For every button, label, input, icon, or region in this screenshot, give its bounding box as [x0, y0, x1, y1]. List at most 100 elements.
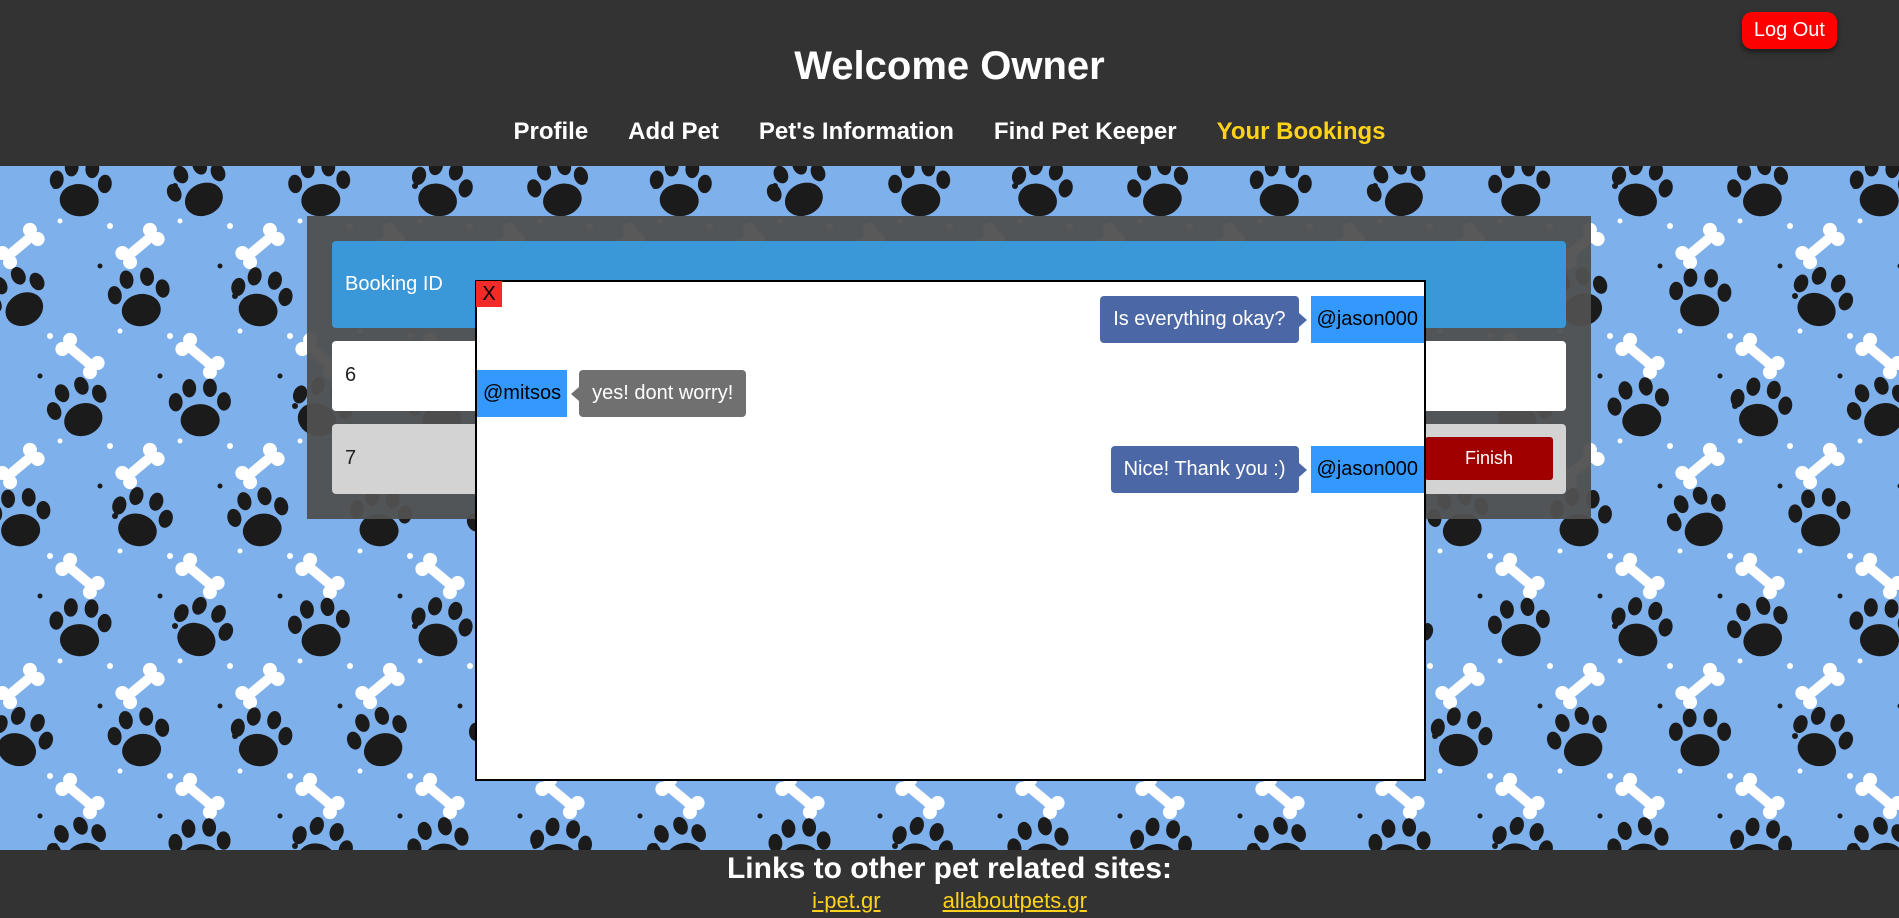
paw-print-icon	[166, 166, 226, 217]
bone-icon	[115, 222, 165, 270]
booking-id-cell: 7	[345, 447, 357, 469]
footer-link-allaboutpets[interactable]: allaboutpets.gr	[943, 888, 1087, 914]
nav-your-bookings[interactable]: Your Bookings	[1217, 118, 1386, 146]
bone-icon	[235, 222, 285, 270]
footer: Links to other pet related sites: i-pet.…	[0, 850, 1899, 918]
close-chat-button[interactable]: X	[476, 281, 502, 307]
paw-print-icon	[888, 166, 951, 217]
bone-icon	[295, 772, 345, 820]
paw-print-icon	[288, 166, 351, 217]
paw-print-icon	[1488, 166, 1551, 217]
paw-print-icon	[1246, 816, 1306, 850]
chat-username: @mitsos	[477, 370, 568, 417]
bone-icon	[1675, 662, 1725, 710]
column-booking-id: Booking ID	[345, 273, 443, 295]
bone-icon	[115, 442, 165, 490]
paw-print-icon	[287, 597, 350, 657]
bone-icon	[0, 662, 45, 710]
paw-print-icon	[646, 816, 706, 850]
paw-print-icon	[1011, 166, 1073, 217]
bone-icon	[0, 222, 45, 270]
bone-icon	[115, 662, 165, 710]
paw-print-icon	[0, 488, 51, 547]
paw-print-icon	[1607, 817, 1669, 850]
bone-icon	[175, 552, 225, 600]
nav-pets-information[interactable]: Pet's Information	[759, 118, 954, 146]
paw-print-icon	[168, 818, 231, 850]
footer-title: Links to other pet related sites:	[726, 852, 1173, 885]
bone-icon	[55, 552, 105, 600]
paw-print-icon	[1249, 166, 1312, 217]
paw-print-icon	[411, 166, 473, 217]
paw-print-icon	[49, 166, 112, 217]
paw-print-icon	[1730, 817, 1793, 850]
bone-icon	[235, 442, 285, 490]
chat-modal: X Is everything okay? @jason000 @mitsos …	[475, 280, 1426, 781]
bone-icon	[415, 772, 465, 820]
main-nav: Profile Add Pet Pet's Information Find P…	[0, 118, 1899, 146]
bone-icon	[1675, 442, 1725, 490]
paw-print-icon	[527, 166, 589, 217]
chat-message: Nice! Thank you :) @jason000	[1110, 446, 1424, 493]
chat-username: @jason000	[1310, 296, 1424, 343]
paw-print-icon	[1668, 708, 1732, 767]
paw-print-icon	[49, 598, 112, 657]
nav-add-pet[interactable]: Add Pet	[628, 118, 719, 146]
footer-link-i-pet[interactable]: i-pet.gr	[812, 888, 880, 914]
paw-print-icon	[1368, 818, 1431, 850]
chat-message: Is everything okay? @jason000	[1100, 296, 1424, 343]
bone-icon	[1735, 332, 1785, 380]
paw-print-icon	[407, 817, 469, 850]
chat-bubble: yes! dont worry!	[571, 370, 747, 417]
nav-profile[interactable]: Profile	[513, 118, 588, 146]
chat-message: @mitsos yes! dont worry!	[477, 370, 747, 417]
paw-print-icon	[0, 706, 54, 767]
bone-icon	[55, 772, 105, 820]
bone-icon	[1795, 222, 1845, 270]
paw-print-icon	[107, 707, 170, 767]
bone-icon	[415, 552, 465, 600]
paw-print-icon	[1127, 166, 1189, 217]
paw-print-icon	[346, 706, 407, 767]
bone-icon	[1855, 772, 1899, 820]
paw-print-icon	[46, 376, 107, 437]
bone-icon	[1615, 552, 1665, 600]
paw-print-icon	[1546, 706, 1607, 767]
bone-icon	[235, 662, 285, 710]
paw-print-icon	[1666, 486, 1726, 547]
paw-print-icon	[1669, 268, 1732, 327]
bone-icon	[1855, 552, 1899, 600]
paw-print-icon	[1130, 817, 1193, 850]
bone-icon	[1795, 442, 1845, 490]
finish-button[interactable]: Finish	[1425, 437, 1553, 480]
paw-print-icon	[1487, 597, 1550, 657]
paw-print-icon	[46, 816, 106, 850]
bone-icon	[1555, 662, 1605, 710]
bone-icon	[1615, 772, 1665, 820]
bone-icon	[1495, 772, 1545, 820]
footer-links: i-pet.gr allaboutpets.gr	[0, 888, 1899, 914]
page-title: Welcome Owner	[794, 44, 1105, 88]
paw-print-icon	[1727, 596, 1788, 657]
paw-print-icon	[107, 267, 170, 327]
top-header: Log Out Welcome Owner Profile Add Pet Pe…	[0, 0, 1899, 166]
bone-icon	[1735, 772, 1785, 820]
bone-icon	[1435, 662, 1485, 710]
bone-icon	[1855, 332, 1899, 380]
bone-icon	[1735, 552, 1785, 600]
paw-print-icon	[227, 487, 289, 547]
chat-username: @jason000	[1310, 446, 1424, 493]
paw-print-icon	[1607, 377, 1669, 437]
paw-print-icon	[1849, 598, 1899, 657]
chat-bubble: Is everything okay?	[1100, 296, 1307, 343]
booking-id-cell: 6	[345, 364, 357, 386]
bone-icon	[1795, 662, 1845, 710]
bone-icon	[0, 442, 45, 490]
paw-print-icon	[1727, 166, 1789, 217]
paw-print-icon	[649, 166, 712, 217]
paw-print-icon	[0, 267, 45, 327]
paw-print-icon	[168, 378, 231, 437]
paw-print-icon	[1788, 488, 1851, 547]
nav-find-pet-keeper[interactable]: Find Pet Keeper	[994, 118, 1177, 146]
bone-icon	[1495, 552, 1545, 600]
